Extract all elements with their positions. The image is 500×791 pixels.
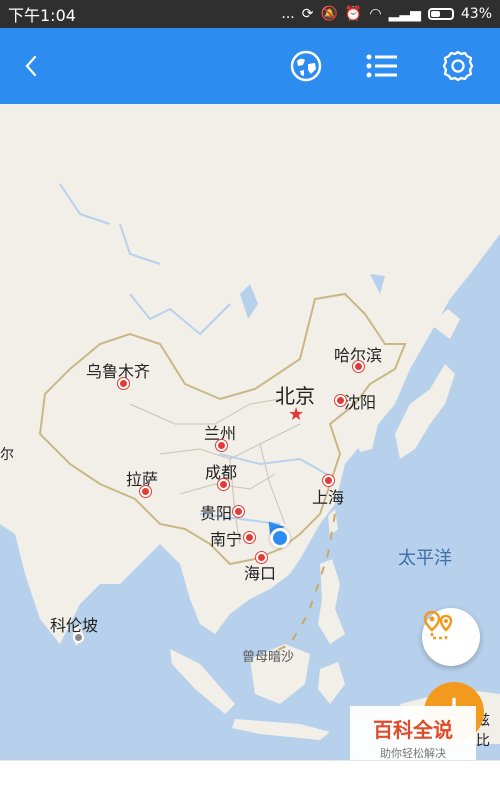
alarm-icon: ⏰ (344, 6, 363, 22)
globe-icon[interactable] (286, 46, 326, 86)
city-marker (335, 395, 346, 406)
wifi-icon: ◠ (369, 6, 382, 22)
city-label-haikou[interactable]: 海口 (244, 560, 276, 584)
city-marker (233, 506, 244, 517)
map-view[interactable]: 乌鲁木齐 北京 ★ 哈尔滨 沈阳 兰州 拉萨 成都 上海 贵阳 南宁 海口 科伦… (0, 104, 500, 760)
city-marker (256, 552, 267, 563)
city-marker (73, 632, 84, 643)
city-marker (323, 475, 334, 486)
island-label: 曾母暗沙 (242, 650, 295, 665)
status-time: 下午1:04 (8, 6, 76, 25)
city-label-shenyang[interactable]: 沈阳 (344, 389, 376, 413)
capital-star-icon: ★ (288, 404, 305, 425)
signal-icon: ▂▃▅ (388, 6, 421, 22)
route-pin-icon (423, 610, 453, 640)
edge-label-left: 尔 (0, 447, 14, 463)
status-bar: 下午1:04 ... ⟳ 🔕 ⏰ ◠ ▂▃▅ 43% (0, 0, 500, 28)
city-label-nanning[interactable]: 南宁 (210, 526, 242, 550)
watermark-title: 百科全说 (373, 718, 453, 742)
city-marker (244, 532, 255, 543)
battery-icon (427, 8, 454, 20)
route-button[interactable] (422, 608, 480, 666)
sync-icon: ⟳ (301, 6, 314, 22)
city-marker (218, 479, 229, 490)
list-icon[interactable] (362, 46, 402, 86)
gear-icon[interactable] (438, 46, 478, 86)
city-label-guiyang[interactable]: 贵阳 (200, 500, 232, 524)
mute-icon: 🔕 (320, 6, 338, 22)
city-marker (118, 378, 129, 389)
notification-dots: ... (281, 6, 295, 22)
status-icons: ... ⟳ 🔕 ⏰ ◠ ▂▃▅ 43% (281, 6, 492, 22)
city-marker (216, 440, 227, 451)
city-marker (353, 361, 364, 372)
city-label-urumqi[interactable]: 乌鲁木齐 (86, 358, 150, 382)
chevron-left-icon[interactable] (12, 46, 52, 86)
battery-percent: 43% (460, 6, 492, 22)
location-dot[interactable] (270, 528, 290, 548)
ocean-label: 太平洋 (398, 548, 452, 569)
watermark: 百科全说 助你轻松解决 (350, 706, 476, 760)
city-marker (140, 486, 151, 497)
watermark-subtitle: 助你轻松解决 (380, 747, 446, 760)
top-app-bar (0, 28, 500, 104)
bottom-bar (0, 760, 500, 791)
city-label-shanghai[interactable]: 上海 (312, 484, 344, 508)
